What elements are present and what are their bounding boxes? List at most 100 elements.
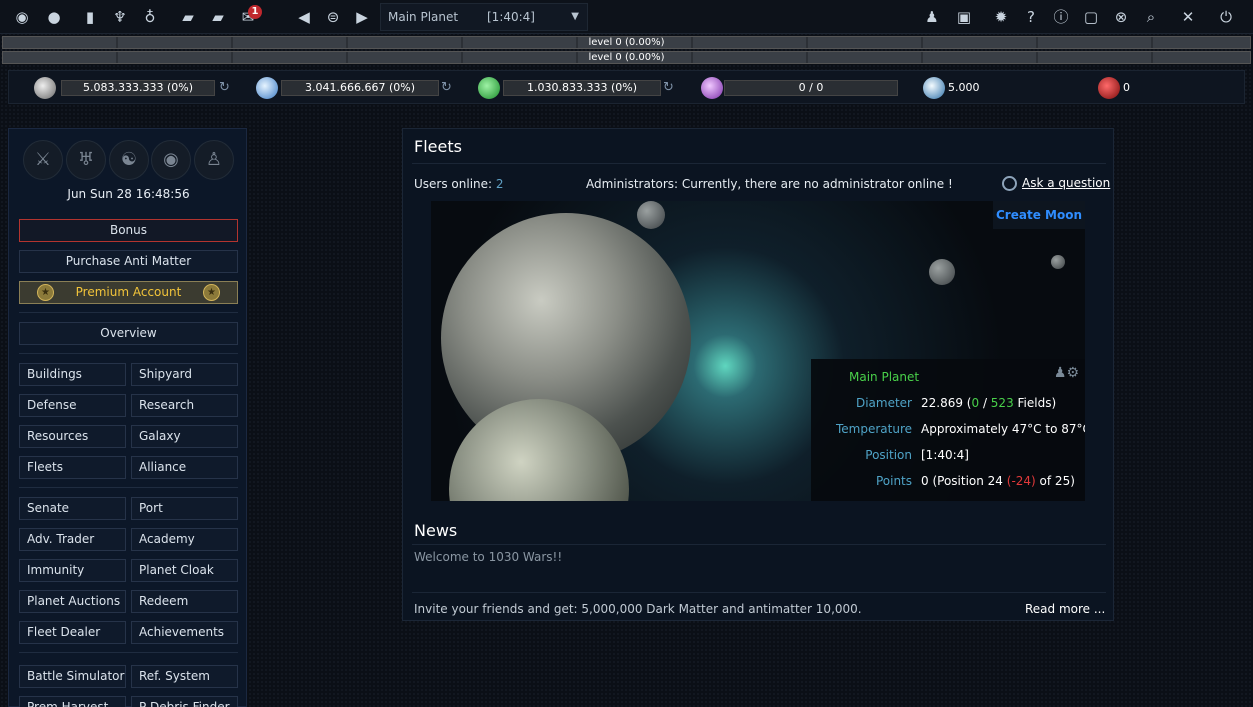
eye-icon[interactable]: ◉ [151,140,191,180]
emblem-icon[interactable]: ♅ [66,140,106,180]
planet-list-icon[interactable]: ⊜ [323,7,343,27]
position-value: [1:40:4] [921,448,969,462]
menu-item-defense[interactable]: Defense [19,394,126,417]
race-icon[interactable]: ☯ [109,140,149,180]
users-online-count: 2 [495,177,504,191]
temperature-label: Temperature [835,422,912,436]
refresh-icon[interactable]: ↻ [219,80,230,96]
chat-icon[interactable]: ▰ [178,7,198,27]
planet-select-coords: [1:40:4] [487,10,535,24]
diameter-value: 22.869 (0 / 523 Fields) [921,396,1057,410]
divider [19,487,238,488]
message-count-badge: 1 [248,5,262,19]
server-clock: Jun Sun 28 16:48:56 [67,187,190,201]
eye-icon[interactable]: ◉ [12,7,32,27]
bonus-button[interactable]: Bonus [19,219,238,242]
refresh-icon[interactable]: ↻ [663,80,674,96]
create-moon-button[interactable]: Create Moon [993,201,1085,229]
level-progress-bar: level 0 (0.00%) [2,51,1251,64]
main-panel: Fleets Users online: 2 Administrators: C… [402,128,1114,621]
planet-select[interactable]: Main Planet [1:40:4] ▼ [380,3,588,31]
figure-icon[interactable]: ♙ [194,140,234,180]
menu-item-planet-auctions[interactable]: Planet Auctions [19,590,126,613]
screen-icon[interactable]: ▢ [1081,7,1101,27]
notes-icon[interactable]: ▣ [954,7,974,27]
resource-bar: 5.083.333.333 (0%) ↻ 3.041.666.667 (0%) … [8,70,1245,104]
temperature-value: Approximately 47°C to 87°C [921,422,1085,436]
refresh-icon[interactable]: ↻ [441,80,452,96]
planet-name: Main Planet [849,370,920,384]
info-icon[interactable]: ⓘ [1051,7,1071,27]
prev-planet-icon[interactable]: ◀ [294,7,314,27]
settings-gear-icon[interactable]: ✹ [991,7,1011,27]
energy-icon [701,77,723,99]
page-title: Fleets [414,137,462,156]
menu-item-prem-harvest[interactable]: Prem Harvest [19,696,126,707]
forum-icon[interactable]: ▰ [208,7,228,27]
medal-icon[interactable]: ♁ [140,7,160,27]
menu-item-p-debris-finder[interactable]: P Debris Finder [131,696,238,707]
menu-item-immunity[interactable]: Immunity [19,559,126,582]
moon-graphic [637,201,665,229]
planet-settings-icon[interactable]: ♟⚙ [1054,365,1079,381]
top-toolbar: ◉ ● ▮ ♆ ♁ ▰ ▰ ✉ 1 ◀ ⊜ ▶ Main Planet [1:4… [0,0,1253,34]
moon-graphic [1051,255,1065,269]
deuterium-icon [478,77,500,99]
divider [412,592,1106,593]
dark-matter-icon [923,77,945,99]
buddies-icon[interactable]: ♟ [922,7,942,27]
users-online-label: Users online: [414,177,493,191]
antimatter-amount: 0 [1123,81,1130,94]
purchase-antimatter-button[interactable]: Purchase Anti Matter [19,250,238,273]
menu-item-achievements[interactable]: Achievements [131,621,238,644]
menu-item-ref-system[interactable]: Ref. System [131,665,238,688]
menu-item-shipyard[interactable]: Shipyard [131,363,238,386]
stats-icon[interactable]: ▮ [80,7,100,27]
deuterium-amount: 1.030.833.333 (0%) [503,80,661,96]
planet-select-name: Main Planet [388,10,459,24]
diameter-row: Diameter 22.869 (0 / 523 Fields) [811,395,1085,411]
divider [19,652,238,653]
menu-item-fleets[interactable]: Fleets [19,456,126,479]
menu-item-redeem[interactable]: Redeem [131,590,238,613]
ask-question-link[interactable]: Ask a question [1022,176,1110,190]
next-planet-icon[interactable]: ▶ [352,7,372,27]
support-icon[interactable]: ⊗ [1111,7,1131,27]
dark-matter-amount: 5.000 [948,81,980,94]
menu-item-academy[interactable]: Academy [131,528,238,551]
premium-account-button[interactable]: ★ Premium Account ★ [19,281,238,304]
sword-icon[interactable]: ⚔ [23,140,63,180]
menu-item-galaxy[interactable]: Galaxy [131,425,238,448]
metal-icon [34,77,56,99]
menu-item-senate[interactable]: Senate [19,497,126,520]
crystal-icon [256,77,278,99]
help-icon[interactable]: ? [1021,7,1041,27]
planet-image: Create Moon Main Planet ♟⚙ Diameter 22.8… [431,201,1085,501]
medal-icon: ★ [203,284,220,301]
position-row: Position [1:40:4] [811,447,1085,463]
search-icon[interactable]: ⌕ [1141,7,1161,27]
divider [19,312,238,313]
menu-item-planet-cloak[interactable]: Planet Cloak [131,559,238,582]
position-label: Position [865,448,912,462]
overview-button[interactable]: Overview [19,322,238,345]
sidebar: ⚔ ♅ ☯ ◉ ♙ Jun Sun 28 16:48:56 Bonus Purc… [8,128,247,707]
menu-item-adv-trader[interactable]: Adv. Trader [19,528,126,551]
administrators-status: Administrators: Currently, there are no … [586,177,953,191]
menu-item-fleet-dealer[interactable]: Fleet Dealer [19,621,126,644]
trophy-icon[interactable]: ♆ [110,7,130,27]
energy-amount: 0 / 0 [724,80,898,96]
planet-info-box: Main Planet ♟⚙ Diameter 22.869 (0 / 523 … [811,359,1085,501]
tools-icon[interactable]: ✕ [1178,7,1198,27]
divider [412,544,1106,545]
read-more-link[interactable]: Read more ... [1025,602,1105,616]
menu-item-resources[interactable]: Resources [19,425,126,448]
planet-icon[interactable]: ● [44,7,64,27]
points-value: 0 (Position 24 (-24) of 25) [921,474,1075,488]
logout-power-icon[interactable]: ⏻ [1216,7,1236,27]
menu-item-buildings[interactable]: Buildings [19,363,126,386]
menu-item-port[interactable]: Port [131,497,238,520]
menu-item-battle-simulator[interactable]: Battle Simulator [19,665,126,688]
menu-item-research[interactable]: Research [131,394,238,417]
menu-item-alliance[interactable]: Alliance [131,456,238,479]
